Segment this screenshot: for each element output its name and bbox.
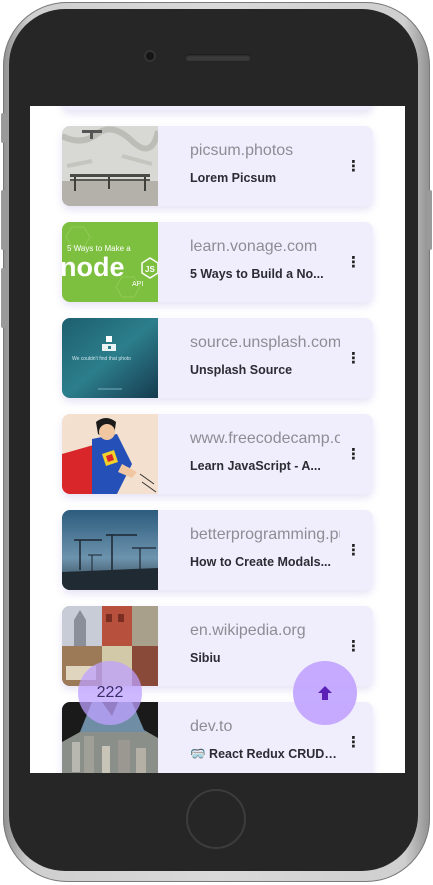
scroll-to-top-button[interactable] [293,661,357,725]
thumbnail-image: We couldn't find that photo [62,318,158,398]
more-options-icon[interactable]: ⋮ [346,446,361,464]
link-domain: en.wikipedia.org [190,622,306,639]
front-camera [146,52,154,60]
volume-down-button [1,268,6,328]
list-item[interactable]: www.freecodecamp.org Learn JavaScript - … [62,414,373,494]
earpiece-speaker [185,54,251,61]
svg-text:JS: JS [145,265,155,274]
thumbnail-image: 5 Ways to Make a node JS API [62,222,158,302]
mute-switch [1,113,6,143]
link-title: 5 Ways to Build a No... [190,267,324,281]
arrow-up-icon [318,686,332,700]
list-item-partial[interactable] [62,106,373,110]
volume-up-button [1,190,6,250]
more-options-icon[interactable]: ⋮ [346,638,361,656]
link-count-badge: 222 [78,661,142,725]
thumbnail-image [62,126,158,206]
link-title: Unsplash Source [190,363,293,377]
link-title: How to Create Modals... [190,555,331,569]
more-options-icon[interactable]: ⋮ [346,158,361,176]
more-options-icon[interactable]: ⋮ [346,254,361,272]
svg-text:API: API [132,281,143,288]
list-item[interactable]: 5 Ways to Make a node JS API learn.vonag… [62,222,373,302]
link-title: Learn JavaScript - A... [190,459,321,473]
app-screen: picsum.photos Lorem Picsum ⋮ 5 Ways to M… [30,106,405,773]
list-item[interactable]: betterprogramming.pu... How to Create Mo… [62,510,373,590]
link-domain: source.unsplash.com [190,334,340,351]
link-title: 🥽 React Redux CRUD ... [190,747,338,761]
thumbnail-image [62,510,158,590]
more-options-icon[interactable]: ⋮ [346,350,361,368]
node-wordmark: node [62,252,125,282]
link-domain: picsum.photos [190,142,294,159]
unsplash-message: We couldn't find that photo [72,356,131,362]
link-domain: betterprogramming.pu... [190,526,340,543]
home-button[interactable] [186,789,246,849]
more-options-icon[interactable]: ⋮ [346,734,361,752]
more-options-icon[interactable]: ⋮ [346,542,361,560]
power-button [427,190,432,250]
list-item[interactable]: We couldn't find that photo source.unspl… [62,318,373,398]
thumbnail-image [62,414,158,494]
link-title: Lorem Picsum [190,171,277,185]
link-domain: learn.vonage.com [190,238,318,255]
link-domain: www.freecodecamp.org [190,430,340,447]
list-item[interactable]: picsum.photos Lorem Picsum ⋮ [62,126,373,206]
